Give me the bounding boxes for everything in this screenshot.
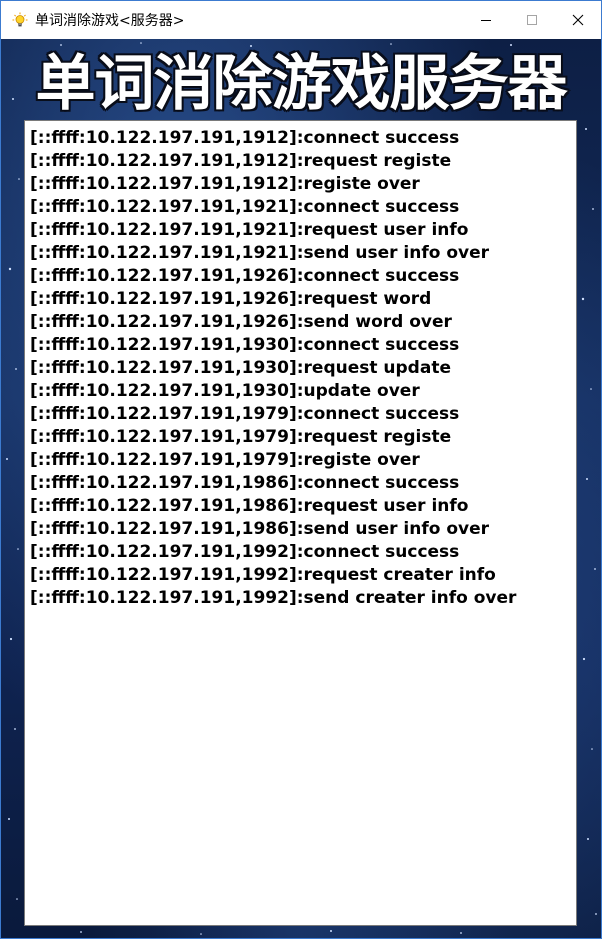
close-icon bbox=[572, 14, 584, 26]
lightbulb-icon bbox=[12, 12, 28, 28]
maximize-icon bbox=[527, 15, 537, 25]
log-line: [::ffff:10.122.197.191,1979]:connect suc… bbox=[30, 404, 460, 424]
log-line: [::ffff:10.122.197.191,1986]:connect suc… bbox=[30, 473, 460, 493]
log-line: [::ffff:10.122.197.191,1992]:send create… bbox=[30, 588, 517, 608]
log-line: [::ffff:10.122.197.191,1986]:request use… bbox=[30, 496, 469, 516]
log-line: [::ffff:10.122.197.191,1921]:connect suc… bbox=[30, 197, 460, 217]
log-line: [::ffff:10.122.197.191,1926]:connect suc… bbox=[30, 266, 460, 286]
log-line: [::ffff:10.122.197.191,1912]:registe ove… bbox=[30, 174, 420, 194]
window-title: 单词消除游戏<服务器> bbox=[35, 13, 185, 29]
log-line: [::ffff:10.122.197.191,1930]:request upd… bbox=[30, 358, 451, 378]
log-line: [::ffff:10.122.197.191,1912]:connect suc… bbox=[30, 128, 460, 148]
log-line: [::ffff:10.122.197.191,1930]:update over bbox=[30, 381, 420, 401]
log-line: [::ffff:10.122.197.191,1986]:send user i… bbox=[30, 519, 490, 539]
maximize-button[interactable] bbox=[509, 1, 555, 39]
banner-title: 单词消除游戏服务器 bbox=[1, 47, 601, 121]
close-button[interactable] bbox=[555, 1, 601, 39]
app-window: 单词消除游戏<服务器> 单词消除游戏服务器 [::ffff:10.122.197… bbox=[0, 0, 602, 939]
minimize-button[interactable] bbox=[463, 1, 509, 39]
log-line: [::ffff:10.122.197.191,1926]:request wor… bbox=[30, 289, 432, 309]
log-line: [::ffff:10.122.197.191,1930]:connect suc… bbox=[30, 335, 460, 355]
log-line: [::ffff:10.122.197.191,1992]:connect suc… bbox=[30, 542, 460, 562]
window-controls bbox=[463, 1, 601, 39]
client-area: 单词消除游戏服务器 [::ffff:10.122.197.191,1912]:c… bbox=[1, 39, 601, 938]
title-bar[interactable]: 单词消除游戏<服务器> bbox=[1, 1, 601, 39]
minimize-icon bbox=[481, 20, 491, 21]
log-line: [::ffff:10.122.197.191,1979]:registe ove… bbox=[30, 450, 420, 470]
log-line: [::ffff:10.122.197.191,1921]:send user i… bbox=[30, 243, 490, 263]
log-line: [::ffff:10.122.197.191,1926]:send word o… bbox=[30, 312, 452, 332]
log-line: [::ffff:10.122.197.191,1979]:request reg… bbox=[30, 427, 452, 447]
banner-title-text: 单词消除游戏服务器 bbox=[34, 49, 569, 119]
log-line: [::ffff:10.122.197.191,1992]:request cre… bbox=[30, 565, 496, 585]
log-line: [::ffff:10.122.197.191,1912]:request reg… bbox=[30, 151, 452, 171]
log-line: [::ffff:10.122.197.191,1921]:request use… bbox=[30, 220, 469, 240]
log-list[interactable]: [::ffff:10.122.197.191,1912]:connect suc… bbox=[24, 120, 577, 926]
